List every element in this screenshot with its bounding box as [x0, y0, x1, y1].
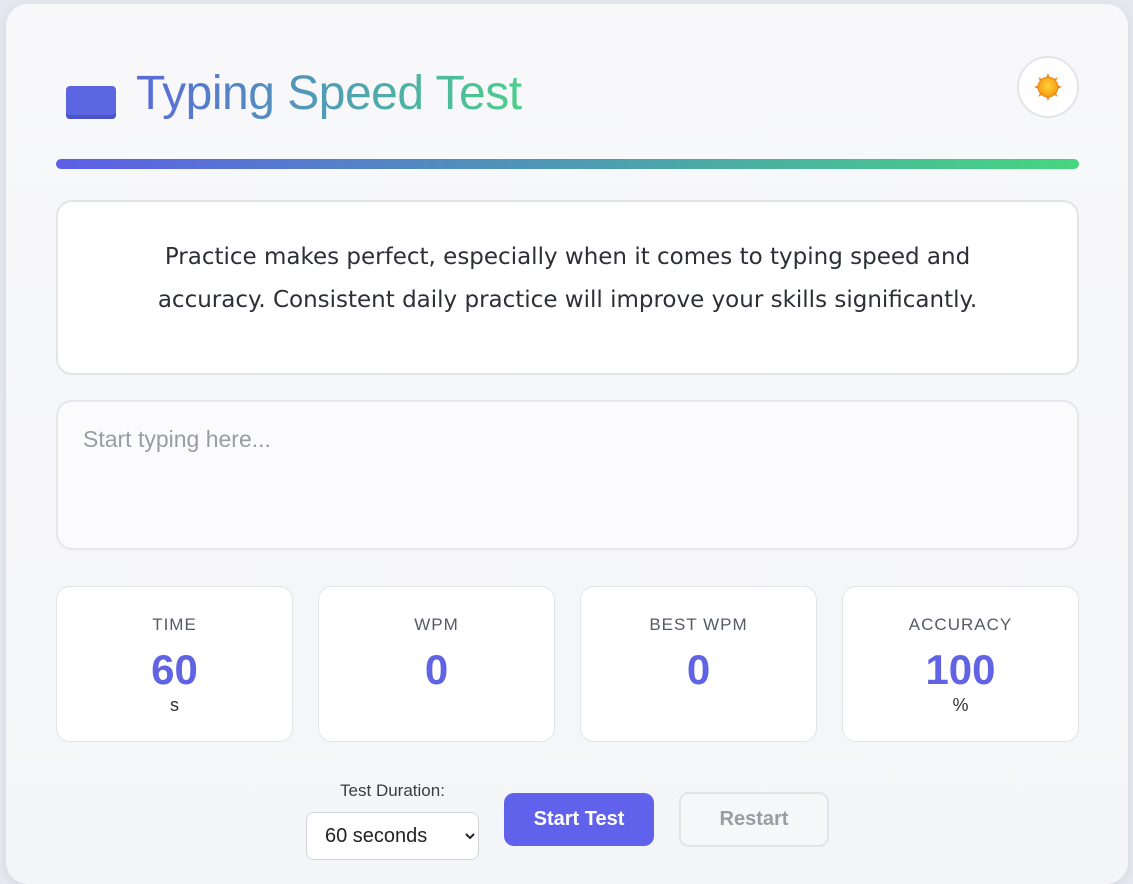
stat-label: TIME: [152, 615, 197, 634]
duration-label: Test Duration:: [340, 781, 445, 800]
stat-unit: s: [170, 695, 179, 715]
keyboard-icon: [66, 86, 116, 119]
stats-panel: TIME 60 s WPM 0 BEST WPM 0 ACCURACY 100 …: [56, 586, 1079, 742]
stat-value: 0: [424, 646, 449, 693]
typing-input[interactable]: [56, 400, 1079, 550]
stat-value: 60: [151, 646, 198, 693]
stat-label: WPM: [414, 615, 459, 634]
sample-text-display: Practice makes perfect, especially when …: [56, 200, 1079, 375]
stat-unit: %: [952, 695, 969, 715]
page-title: Typing Speed Test: [136, 62, 522, 126]
app-card: Typing Speed Test Practice makes perfect…: [6, 4, 1128, 884]
stat-card-best-wpm: BEST WPM 0: [580, 586, 817, 742]
duration-select[interactable]: 60 seconds: [306, 812, 479, 860]
header: Typing Speed Test: [56, 56, 1079, 126]
stat-card-time: TIME 60 s: [56, 586, 293, 742]
stat-label: ACCURACY: [908, 615, 1013, 634]
stat-value: 0: [686, 646, 711, 693]
sun-icon: [1034, 73, 1062, 101]
restart-button[interactable]: Restart: [679, 792, 829, 847]
start-test-button[interactable]: Start Test: [504, 793, 654, 846]
header-gradient-bar: [56, 159, 1079, 169]
stat-card-accuracy: ACCURACY 100 %: [842, 586, 1079, 742]
controls-bar: Test Duration: 60 seconds Start Test Res…: [6, 779, 1128, 869]
stat-value: 100: [925, 646, 996, 693]
theme-toggle-button[interactable]: [1017, 56, 1079, 118]
stat-card-wpm: WPM 0: [318, 586, 555, 742]
stat-label: BEST WPM: [649, 615, 748, 634]
